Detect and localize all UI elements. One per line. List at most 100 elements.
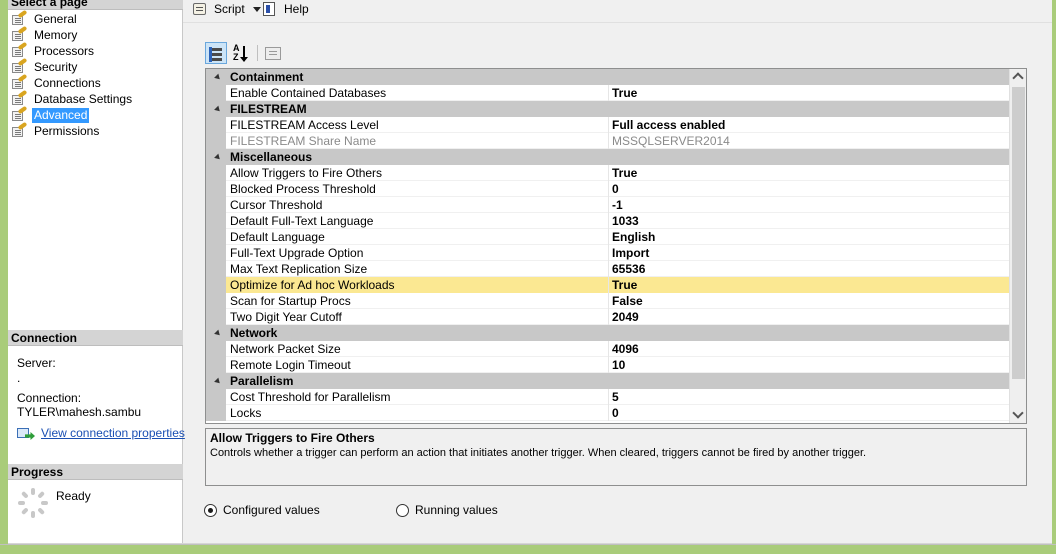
- script-icon: [191, 1, 209, 17]
- collapse-triangle-icon[interactable]: [214, 377, 222, 386]
- property-value[interactable]: English: [612, 229, 655, 245]
- page-wrench-icon: [11, 73, 28, 90]
- view-connection-properties-row[interactable]: View connection properties: [17, 426, 185, 440]
- property-row[interactable]: FILESTREAM Access Level Full access enabl…: [206, 117, 1010, 133]
- row-gutter: [206, 293, 226, 309]
- connection-label: Connection:: [17, 391, 82, 405]
- spinner-segment: [41, 501, 48, 505]
- page-item-connections[interactable]: Connections: [11, 73, 134, 91]
- property-row[interactable]: Locks 0: [206, 405, 1010, 421]
- property-row[interactable]: Blocked Process Threshold 0: [206, 181, 1010, 197]
- page-item-permissions[interactable]: Permissions: [11, 121, 134, 139]
- connection-value: TYLER\mahesh.sambu: [17, 405, 142, 419]
- property-name: Cost Threshold for Parallelism: [230, 390, 391, 404]
- configured-values-radio[interactable]: [204, 503, 217, 517]
- help-button[interactable]: Help: [261, 0, 309, 18]
- row-gutter: [206, 261, 226, 277]
- scroll-thumb[interactable]: [1012, 87, 1025, 379]
- collapse-triangle-icon[interactable]: [214, 153, 222, 162]
- property-value[interactable]: 1033: [612, 213, 639, 229]
- property-value[interactable]: 4096: [612, 341, 639, 357]
- running-values-radio[interactable]: [396, 503, 409, 517]
- property-row[interactable]: Scan for Startup Procs False: [206, 293, 1010, 309]
- property-value[interactable]: False: [612, 293, 643, 309]
- column-separator: [608, 309, 609, 325]
- category-row-miscellaneous[interactable]: Miscellaneous: [206, 149, 1010, 165]
- page-wrench-icon: [11, 41, 28, 58]
- view-connection-properties-link[interactable]: View connection properties: [41, 426, 185, 440]
- property-row[interactable]: Cost Threshold for Parallelism 5: [206, 389, 1010, 405]
- page-item-general[interactable]: General: [11, 9, 134, 27]
- page-wrench-icon: [11, 121, 28, 138]
- row-gutter: [206, 133, 226, 149]
- property-value[interactable]: True: [612, 277, 1002, 293]
- property-row[interactable]: Allow Triggers to Fire Others True: [206, 165, 1010, 181]
- help-label: Help: [284, 2, 309, 16]
- page-item-label: Security: [34, 59, 78, 74]
- page-wrench-icon: [11, 105, 28, 122]
- property-value[interactable]: 2049: [612, 309, 639, 325]
- property-grid-scrollbar[interactable]: [1009, 69, 1026, 423]
- collapse-triangle-icon[interactable]: [214, 329, 222, 338]
- row-gutter: [206, 405, 226, 421]
- property-row[interactable]: Default Full-Text Language 1033: [206, 213, 1010, 229]
- property-row[interactable]: Cursor Threshold -1: [206, 197, 1010, 213]
- page-item-label: Connections: [34, 75, 101, 90]
- property-row[interactable]: Default Language English: [206, 229, 1010, 245]
- window-right-edge: [1052, 0, 1056, 554]
- page-item-label: Processors: [34, 43, 95, 58]
- property-name: Max Text Replication Size: [230, 262, 368, 276]
- page-item-advanced[interactable]: Advanced: [11, 105, 134, 123]
- property-value[interactable]: Full access enabled: [612, 117, 725, 133]
- property-row[interactable]: Enable Contained Databases True: [206, 85, 1010, 101]
- category-row-containment[interactable]: Containment: [206, 69, 1010, 85]
- script-dropdown-icon[interactable]: [252, 6, 261, 12]
- property-row[interactable]: FILESTREAM Share Name MSSQLSERVER2014: [206, 133, 1010, 149]
- property-value[interactable]: True: [612, 165, 637, 181]
- page-item-database-settings[interactable]: Database Settings: [11, 89, 134, 107]
- category-row-parallelism[interactable]: Parallelism: [206, 373, 1010, 389]
- script-button[interactable]: Script: [191, 0, 261, 18]
- property-name: Default Language: [230, 230, 325, 244]
- property-name: FILESTREAM Share Name: [230, 134, 377, 148]
- running-values-option[interactable]: Running values: [396, 503, 498, 517]
- window-left-edge: [0, 0, 8, 554]
- configured-values-option[interactable]: Configured values: [204, 503, 320, 517]
- column-separator: [608, 341, 609, 357]
- property-row[interactable]: Max Text Replication Size 65536: [206, 261, 1010, 277]
- property-value[interactable]: 65536: [612, 261, 645, 277]
- scroll-down-icon[interactable]: [1010, 406, 1026, 423]
- property-row[interactable]: Full-Text Upgrade Option Import: [206, 245, 1010, 261]
- scroll-up-icon[interactable]: [1010, 69, 1026, 86]
- property-row[interactable]: Optimize for Ad hoc Workloads True: [206, 277, 1010, 293]
- property-row[interactable]: Remote Login Timeout 10: [206, 357, 1010, 373]
- property-value[interactable]: Import: [612, 245, 649, 261]
- property-value[interactable]: -1: [612, 197, 623, 213]
- category-row-network[interactable]: Network: [206, 325, 1010, 341]
- property-pages-button[interactable]: [261, 42, 283, 64]
- page-item-memory[interactable]: Memory: [11, 25, 134, 43]
- property-value[interactable]: 10: [612, 357, 625, 373]
- collapse-triangle-icon[interactable]: [214, 73, 222, 82]
- property-name: Allow Triggers to Fire Others: [230, 166, 383, 180]
- property-row[interactable]: Two Digit Year Cutoff 2049: [206, 309, 1010, 325]
- property-value[interactable]: 0: [612, 405, 619, 421]
- property-row[interactable]: Network Packet Size 4096: [206, 341, 1010, 357]
- page-item-processors[interactable]: Processors: [11, 41, 134, 59]
- category-row-filestream[interactable]: FILESTREAM: [206, 101, 1010, 117]
- column-separator: [608, 277, 609, 293]
- collapse-triangle-icon[interactable]: [214, 105, 222, 114]
- page-item-security[interactable]: Security: [11, 57, 134, 75]
- row-gutter: [206, 357, 226, 373]
- categorized-view-button[interactable]: [205, 42, 227, 64]
- property-value[interactable]: 5: [612, 389, 619, 405]
- property-value[interactable]: MSSQLSERVER2014: [612, 133, 730, 149]
- category-name: Network: [230, 326, 278, 340]
- alphabetical-sort-button[interactable]: AZ: [229, 42, 251, 64]
- left-panel: Select a page General Memory Processors Sec…: [8, 0, 185, 544]
- column-separator: [608, 229, 609, 245]
- property-value[interactable]: True: [612, 85, 637, 101]
- row-gutter: [206, 245, 226, 261]
- property-value[interactable]: 0: [612, 181, 619, 197]
- description-title: Allow Triggers to Fire Others: [210, 431, 375, 445]
